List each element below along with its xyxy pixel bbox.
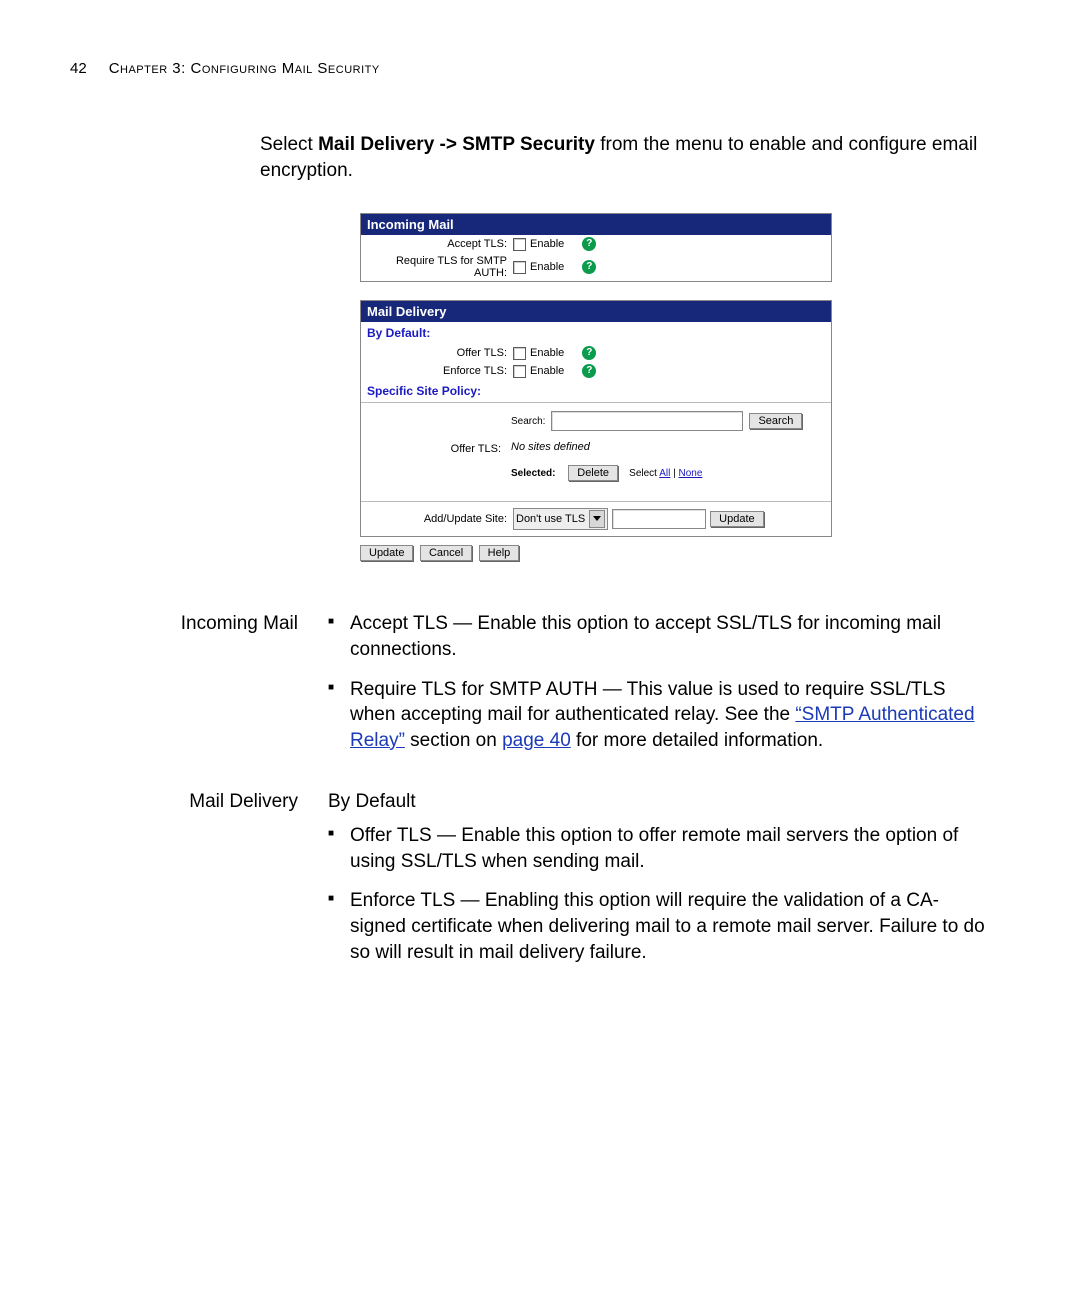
offer-tls-checkbox[interactable] (513, 347, 526, 360)
help-icon[interactable]: ? (582, 237, 596, 251)
incoming-mail-header: Incoming Mail (361, 214, 831, 235)
accept-tls-label: Accept TLS: (367, 238, 513, 250)
offer-tls-label: Offer TLS: (367, 347, 513, 359)
offer-tls-enable-text: Enable (530, 347, 564, 359)
accept-tls-enable-text: Enable (530, 238, 564, 250)
search-button[interactable]: Search (749, 413, 802, 429)
require-post: for more detailed information. (571, 730, 823, 751)
intro-bold: Mail Delivery -> SMTP Security (318, 134, 595, 155)
page-number: 42 (70, 60, 87, 77)
search-input[interactable] (551, 411, 743, 431)
require-tls-desc: Require TLS for SMTP AUTH — This value i… (328, 677, 990, 754)
help-icon[interactable]: ? (582, 364, 596, 378)
enforce-tls-enable-text: Enable (530, 365, 564, 377)
enforce-tls-desc: Enforce TLS — Enabling this option will … (328, 888, 990, 965)
accept-tls-checkbox[interactable] (513, 238, 526, 251)
select-prefix: Select (629, 468, 659, 479)
addupdate-button[interactable]: Update (710, 511, 763, 527)
selected-row: Selected: Delete Select All | None (511, 467, 823, 479)
offer-tls-desc: Offer TLS — Enable this option to offer … (328, 823, 990, 874)
panel-footer-buttons: Update Cancel Help (360, 543, 990, 561)
require-mid: section on (405, 730, 502, 751)
footer-cancel-button[interactable]: Cancel (420, 545, 472, 561)
require-tls-checkbox[interactable] (513, 261, 526, 274)
chapter-title: Chapter 3: Configuring Mail Security (109, 60, 380, 77)
by-default-subtitle: By Default (328, 789, 990, 815)
enforce-tls-checkbox[interactable] (513, 365, 526, 378)
addupdate-label: Add/Update Site: (367, 513, 513, 525)
mail-delivery-panel: Mail Delivery By Default: Offer TLS: Ena… (360, 300, 832, 537)
search-label: Search: (511, 416, 545, 427)
delete-button[interactable]: Delete (568, 465, 618, 481)
mail-delivery-desc-heading: Mail Delivery (148, 789, 328, 979)
no-sites-text: No sites defined (511, 441, 823, 453)
require-tls-enable-text: Enable (530, 261, 564, 273)
selected-label: Selected: (511, 468, 555, 479)
page-40-link[interactable]: page 40 (502, 730, 571, 751)
footer-help-button[interactable]: Help (479, 545, 520, 561)
page-header: 42 Chapter 3: Configuring Mail Security (70, 60, 990, 77)
tls-mode-select[interactable]: Don't use TLS (513, 508, 608, 530)
mail-delivery-header: Mail Delivery (361, 301, 831, 322)
footer-update-button[interactable]: Update (360, 545, 413, 561)
site-input[interactable] (612, 509, 706, 529)
incoming-mail-desc-heading: Incoming Mail (148, 611, 328, 767)
help-icon[interactable]: ? (582, 346, 596, 360)
select-all-link[interactable]: All (659, 468, 670, 479)
offer-tls-site-label: Offer TLS: (361, 443, 501, 455)
intro-paragraph: Select Mail Delivery -> SMTP Security fr… (260, 132, 990, 183)
chevron-down-icon (589, 510, 605, 528)
select-none-link[interactable]: None (678, 468, 702, 479)
tls-mode-value: Don't use TLS (516, 513, 585, 525)
site-policy-subhead: Specific Site Policy: (361, 380, 831, 402)
accept-tls-desc: Accept TLS — Enable this option to accep… (328, 611, 990, 662)
intro-pre: Select (260, 134, 318, 155)
require-tls-label: Require TLS for SMTP AUTH: (367, 255, 513, 279)
incoming-mail-panel: Incoming Mail Accept TLS: Enable ? Requi… (360, 213, 832, 282)
enforce-tls-label: Enforce TLS: (367, 365, 513, 377)
by-default-subhead: By Default: (361, 322, 831, 344)
help-icon[interactable]: ? (582, 260, 596, 274)
